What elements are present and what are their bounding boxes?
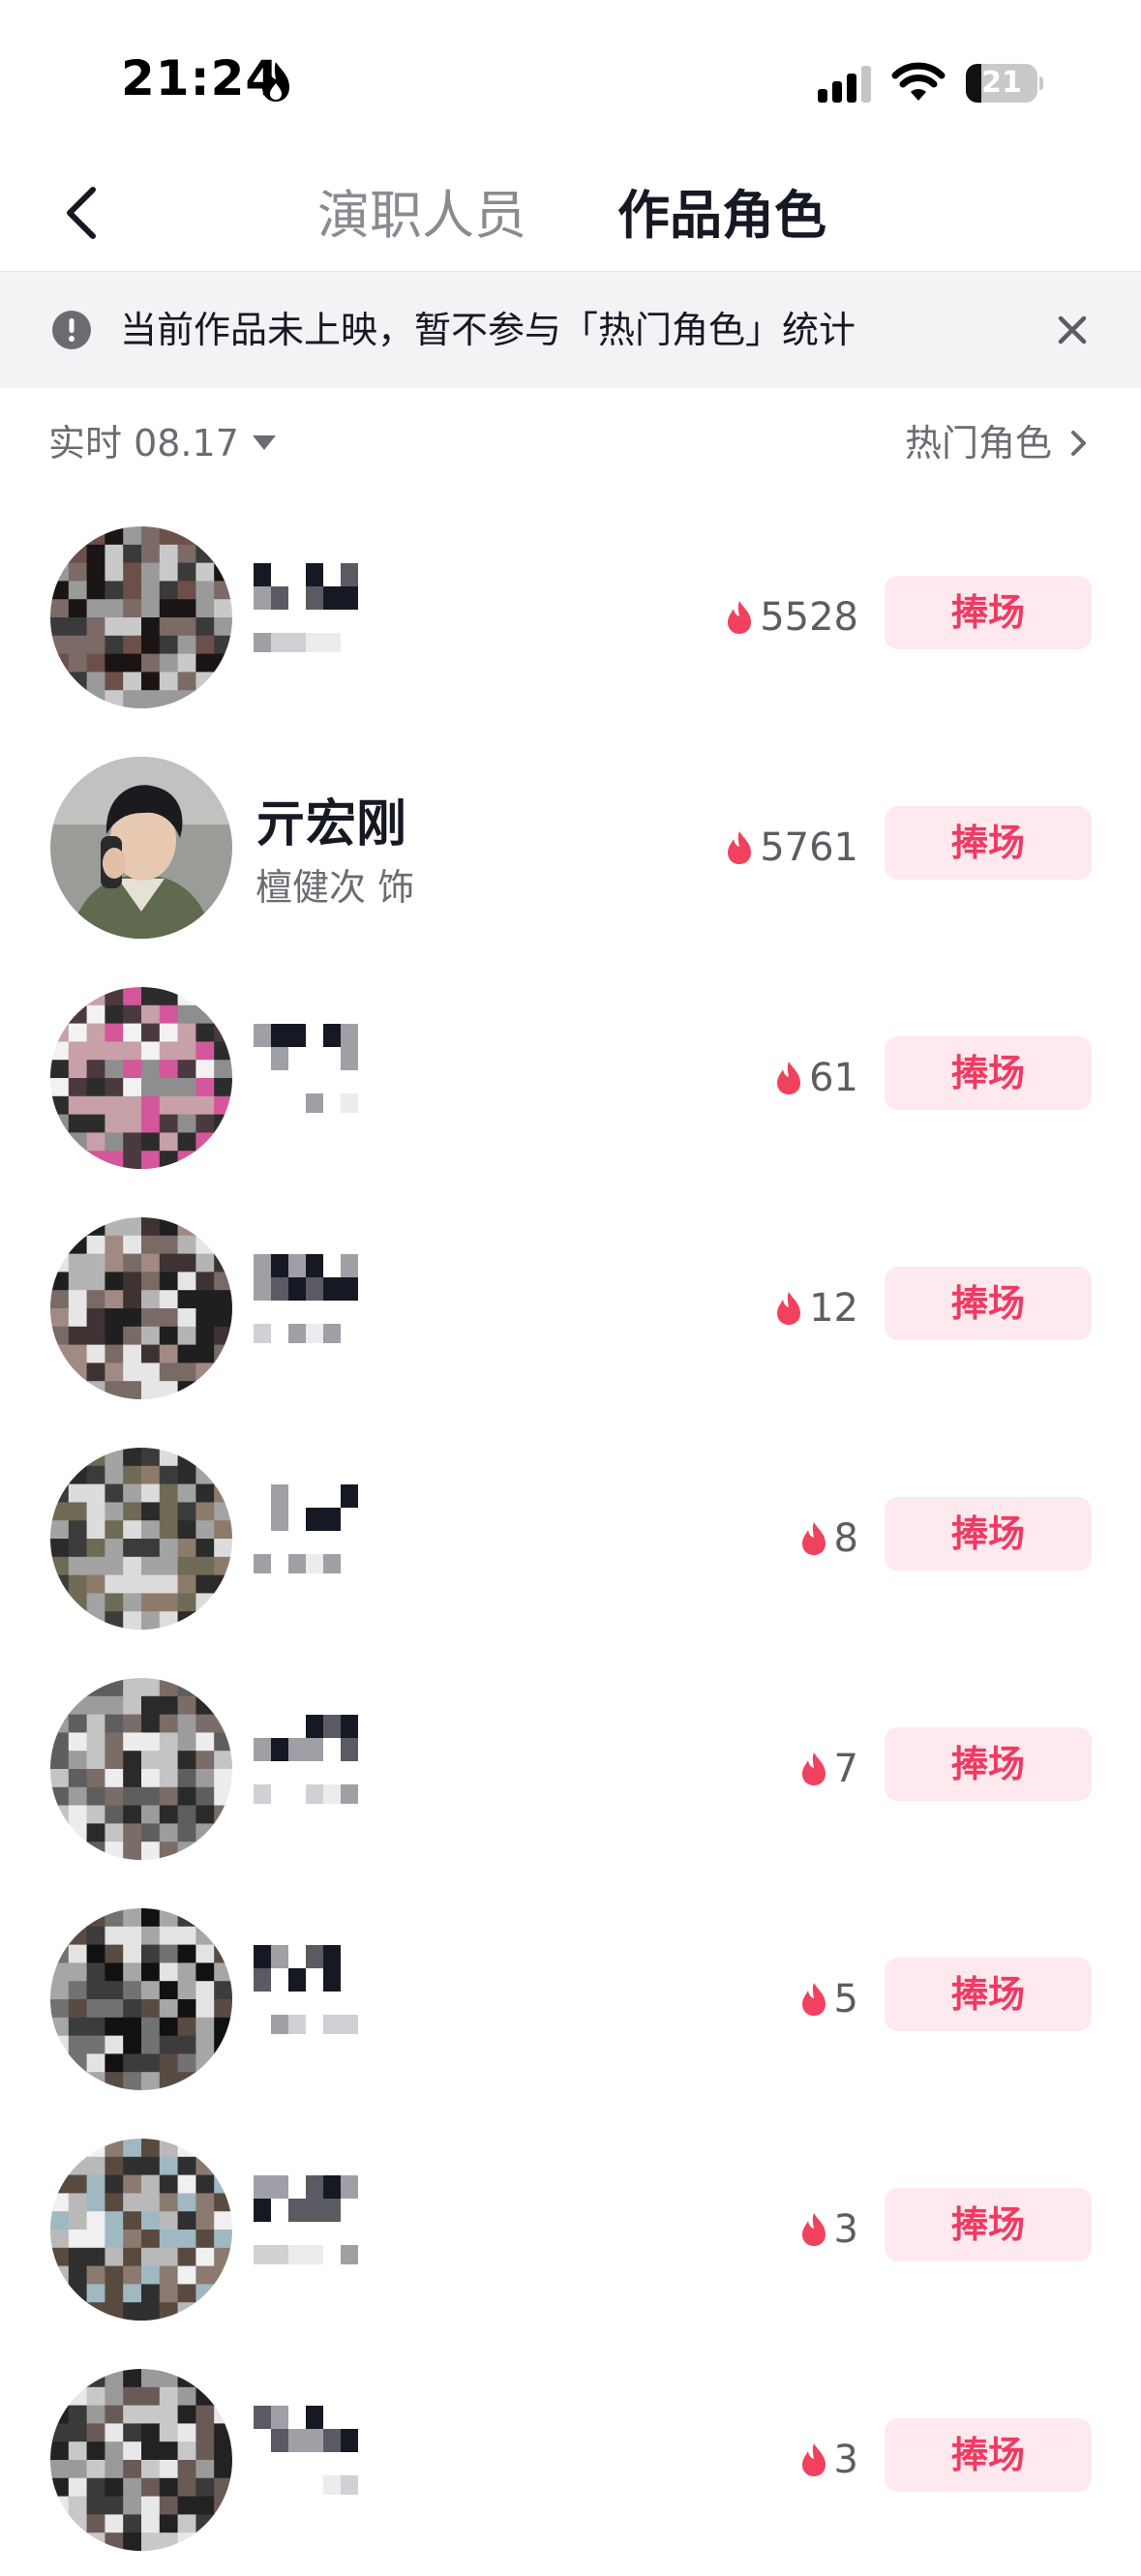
cheer-button[interactable]: 捧场 <box>885 2188 1092 2261</box>
cheer-button[interactable]: 捧场 <box>885 806 1092 880</box>
time-filter-dropdown[interactable]: 实时 08.17 <box>48 416 276 470</box>
role-row[interactable]: 61 捧场 <box>0 964 1141 1194</box>
heat-count: 3 <box>799 2433 858 2487</box>
flame-icon <box>777 1062 801 1094</box>
cheer-button[interactable]: 捧场 <box>885 1036 1092 1110</box>
role-avatar[interactable] <box>50 757 232 939</box>
cheer-button[interactable]: 捧场 <box>885 1497 1092 1571</box>
hot-roles-link[interactable]: 热门角色 <box>905 416 1091 470</box>
battery-icon: 21 <box>966 64 1043 103</box>
role-avatar[interactable] <box>50 987 232 1169</box>
flame-icon <box>728 831 752 864</box>
heat-value: 5 <box>833 1977 858 2022</box>
flame-icon <box>801 1983 826 2016</box>
role-avatar[interactable] <box>50 2139 232 2321</box>
heat-value: 3 <box>833 2438 858 2482</box>
role-row[interactable]: 5 捧场 <box>0 1885 1141 2115</box>
role-row[interactable]: 12 捧场 <box>0 1194 1141 1424</box>
heat-count: 61 <box>774 1051 858 1105</box>
notice-text: 当前作品未上映，暂不参与「热门角色」统计 <box>120 309 856 351</box>
tab-roles[interactable]: 作品角色 <box>617 182 826 250</box>
exclamation-circle-icon <box>52 311 91 349</box>
flame-icon <box>801 1752 826 1785</box>
flame-icon <box>801 2213 826 2246</box>
role-avatar[interactable] <box>50 1908 232 2090</box>
heat-count: 12 <box>774 1281 858 1335</box>
pixelated-name-block <box>254 2175 358 2264</box>
role-row[interactable]: 3 捧场 <box>0 2115 1141 2346</box>
heat-value: 12 <box>809 1286 858 1331</box>
heat-count: 3 <box>799 2202 858 2257</box>
wifi-icon <box>891 62 946 101</box>
status-time: 21:24 <box>121 50 281 106</box>
hot-roles-label: 热门角色 <box>904 422 1052 464</box>
tab-cast[interactable]: 演职人员 <box>317 182 526 250</box>
heat-count: 5761 <box>725 821 858 875</box>
back-chevron-icon[interactable] <box>48 174 126 252</box>
heat-value: 8 <box>833 1516 858 1561</box>
flame-icon <box>801 1522 826 1555</box>
heat-value: 7 <box>833 1747 858 1791</box>
heat-value: 5761 <box>760 825 858 870</box>
flame-icon <box>728 601 752 634</box>
notice-banner: 当前作品未上映，暂不参与「热门角色」统计 <box>0 272 1141 388</box>
role-row[interactable]: 7 捧场 <box>0 1655 1141 1885</box>
chevron-right-icon <box>1071 430 1086 456</box>
pixelated-name-block <box>254 1715 358 1804</box>
role-avatar[interactable] <box>50 526 232 708</box>
cheer-button[interactable]: 捧场 <box>885 1958 1092 2031</box>
flame-icon <box>801 2443 826 2476</box>
flame-icon <box>262 62 289 102</box>
battery-level: 21 <box>981 66 1022 100</box>
actor-name: 檀健次 饰 <box>255 866 415 909</box>
role-row[interactable]: 3 捧场 <box>0 2346 1141 2576</box>
role-row[interactable]: 8 捧场 <box>0 1424 1141 1655</box>
pixelated-name-block <box>254 2406 358 2495</box>
role-avatar[interactable] <box>50 2369 232 2551</box>
flame-icon <box>777 1292 801 1325</box>
pixelated-name-block <box>254 1024 358 1113</box>
cheer-button[interactable]: 捧场 <box>885 1727 1092 1801</box>
heat-count: 5 <box>799 1972 858 2026</box>
cheer-button[interactable]: 捧场 <box>885 576 1092 649</box>
caret-down-icon <box>252 435 276 450</box>
heat-value: 61 <box>809 1056 858 1100</box>
heat-count: 7 <box>799 1742 858 1796</box>
role-avatar[interactable] <box>50 1678 232 1860</box>
role-row[interactable]: 亓宏刚檀健次 饰 5761 捧场 <box>0 734 1141 964</box>
pixelated-name-block <box>254 563 358 652</box>
role-avatar[interactable] <box>50 1217 232 1399</box>
cellular-signal-icon <box>818 66 871 103</box>
close-icon[interactable] <box>1049 307 1096 353</box>
heat-count: 5528 <box>725 590 858 644</box>
cheer-button[interactable]: 捧场 <box>885 2418 1092 2492</box>
role-avatar[interactable] <box>50 1448 232 1630</box>
heat-count: 8 <box>799 1512 858 1566</box>
role-name: 亓宏刚 <box>255 795 407 854</box>
heat-value: 5528 <box>760 595 858 640</box>
heat-value: 3 <box>833 2207 858 2252</box>
pixelated-name-block <box>254 1484 358 1573</box>
pixelated-name-block <box>254 1945 358 2034</box>
role-row[interactable]: 5528 捧场 <box>0 503 1141 734</box>
pixelated-name-block <box>254 1254 358 1343</box>
nav-bar: 演职人员 作品角色 <box>0 155 1141 272</box>
status-bar: 21:24 21 <box>0 0 1141 145</box>
time-filter-label: 实时 08.17 <box>48 422 239 464</box>
cheer-button[interactable]: 捧场 <box>885 1267 1092 1340</box>
